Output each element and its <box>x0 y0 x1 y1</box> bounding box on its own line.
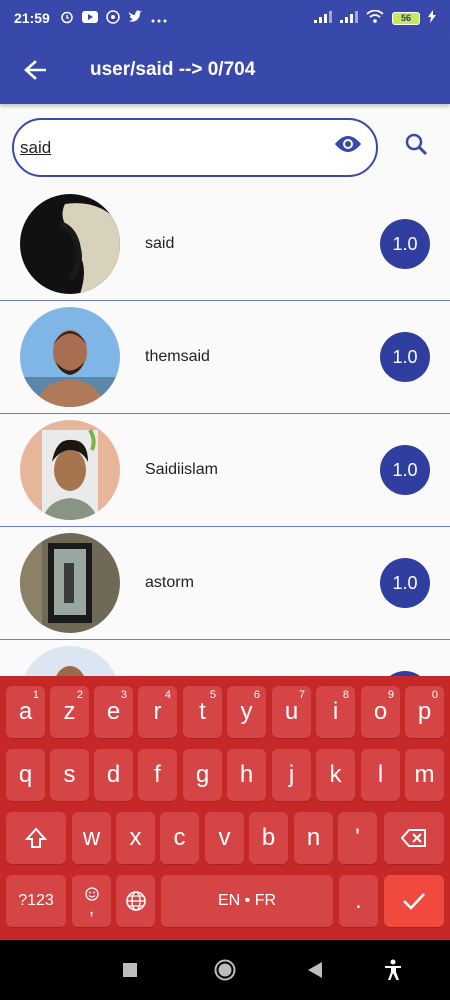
key-s[interactable]: s <box>50 749 89 801</box>
enter-key[interactable] <box>384 875 444 927</box>
key-c[interactable]: c <box>160 812 199 864</box>
backspace-key[interactable] <box>384 812 444 864</box>
status-icons-right: 56 <box>314 9 436 26</box>
score-badge: 1.0 <box>380 332 430 382</box>
score-badge: 1.0 <box>380 445 430 495</box>
search-input[interactable] <box>20 137 320 158</box>
accessibility-icon <box>385 959 401 980</box>
key-p[interactable]: p0 <box>405 686 444 738</box>
key-apostrophe[interactable]: ' <box>338 812 377 864</box>
status-time: 21:59 <box>14 10 50 26</box>
search-field[interactable] <box>12 118 378 177</box>
emoji-comma-key[interactable]: , <box>72 875 111 927</box>
keyboard-row-2: q s d f g h j k l m <box>0 749 450 812</box>
arrow-back-icon <box>24 60 46 80</box>
key-v[interactable]: v <box>205 812 244 864</box>
key-u[interactable]: u7 <box>272 686 311 738</box>
key-a[interactable]: a1 <box>6 686 45 738</box>
accessibility-button[interactable] <box>384 959 402 986</box>
search-row <box>0 104 450 188</box>
list-item[interactable]: astorm 1.0 <box>0 527 450 640</box>
key-j[interactable]: j <box>272 749 311 801</box>
eye-icon <box>335 136 361 152</box>
avatar <box>20 307 120 407</box>
back-button[interactable] <box>0 36 70 104</box>
user-name: themsaid <box>145 348 210 365</box>
navigation-bar <box>0 940 450 1000</box>
search-icon <box>405 133 428 156</box>
keyboard: a1 z2 e3 r4 t5 y6 u7 i8 o9 p0 q s d f g … <box>0 676 450 940</box>
globe-icon <box>125 891 146 911</box>
key-y[interactable]: y6 <box>227 686 266 738</box>
home-button[interactable] <box>214 959 236 986</box>
app-bar: user/said --> 0/704 <box>0 36 450 104</box>
signal-icon <box>340 10 358 26</box>
twitter-icon <box>128 10 143 26</box>
list-item[interactable]: said 1.0 <box>0 188 450 301</box>
list-item[interactable]: Saidiislam 1.0 <box>0 414 450 527</box>
status-icons-left <box>60 9 167 27</box>
key-w[interactable]: w <box>72 812 111 864</box>
key-l[interactable]: l <box>361 749 400 801</box>
checkmark-icon <box>403 893 425 910</box>
shift-icon <box>25 827 47 848</box>
key-m[interactable]: m <box>405 749 444 801</box>
back-nav-button[interactable] <box>308 962 322 983</box>
key-q[interactable]: q <box>6 749 45 801</box>
youtube-icon <box>81 10 98 26</box>
language-key[interactable] <box>116 875 155 927</box>
recents-button[interactable] <box>123 963 137 982</box>
avatar <box>20 533 120 633</box>
symbols-key[interactable]: ?123 <box>6 875 66 927</box>
space-key[interactable]: EN • FR <box>161 875 333 927</box>
avatar <box>20 420 120 520</box>
backspace-icon <box>401 829 426 847</box>
score-badge: 1.0 <box>380 558 430 608</box>
keyboard-row-3: w x c v b n ' <box>0 812 450 875</box>
shift-key[interactable] <box>6 812 66 864</box>
key-g[interactable]: g <box>183 749 222 801</box>
key-b[interactable]: b <box>249 812 288 864</box>
key-h[interactable]: h <box>227 749 266 801</box>
key-e[interactable]: e3 <box>94 686 133 738</box>
key-i[interactable]: i8 <box>316 686 355 738</box>
keyboard-row-1: a1 z2 e3 r4 t5 y6 u7 i8 o9 p0 <box>0 686 450 749</box>
key-n[interactable]: n <box>294 812 333 864</box>
key-f[interactable]: f <box>138 749 177 801</box>
key-k[interactable]: k <box>316 749 355 801</box>
avatar <box>20 194 120 294</box>
key-o[interactable]: o9 <box>361 686 400 738</box>
triangle-back-icon <box>308 962 322 978</box>
list-item[interactable]: themsaid 1.0 <box>0 301 450 414</box>
key-d[interactable]: d <box>94 749 133 801</box>
alarm-icon <box>60 10 74 27</box>
user-name: said <box>145 235 175 252</box>
period-key[interactable]: . <box>339 875 378 927</box>
key-t[interactable]: t5 <box>183 686 222 738</box>
user-name: Saidiislam <box>145 461 218 478</box>
page-title: user/said --> 0/704 <box>90 59 256 80</box>
wifi-icon <box>366 9 384 26</box>
charging-icon <box>428 10 436 26</box>
search-button[interactable] <box>404 132 428 161</box>
status-bar: 21:59 56 <box>0 0 450 36</box>
square-icon <box>123 963 137 977</box>
key-x[interactable]: x <box>116 812 155 864</box>
circle-icon <box>214 959 236 981</box>
more-dots-icon <box>151 11 167 26</box>
score-badge: 1.0 <box>380 219 430 269</box>
signal-icon <box>314 10 332 26</box>
key-r[interactable]: r4 <box>138 686 177 738</box>
user-list: said 1.0 themsaid 1.0 Saidiislam 1.0 ast… <box>0 188 450 753</box>
whatsapp-icon <box>106 9 120 27</box>
battery-icon: 56 <box>392 11 420 25</box>
visibility-toggle-button[interactable] <box>334 134 362 159</box>
keyboard-row-4: ?123 , EN • FR . <box>0 875 450 938</box>
key-z[interactable]: z2 <box>50 686 89 738</box>
user-name: astorm <box>145 574 194 591</box>
